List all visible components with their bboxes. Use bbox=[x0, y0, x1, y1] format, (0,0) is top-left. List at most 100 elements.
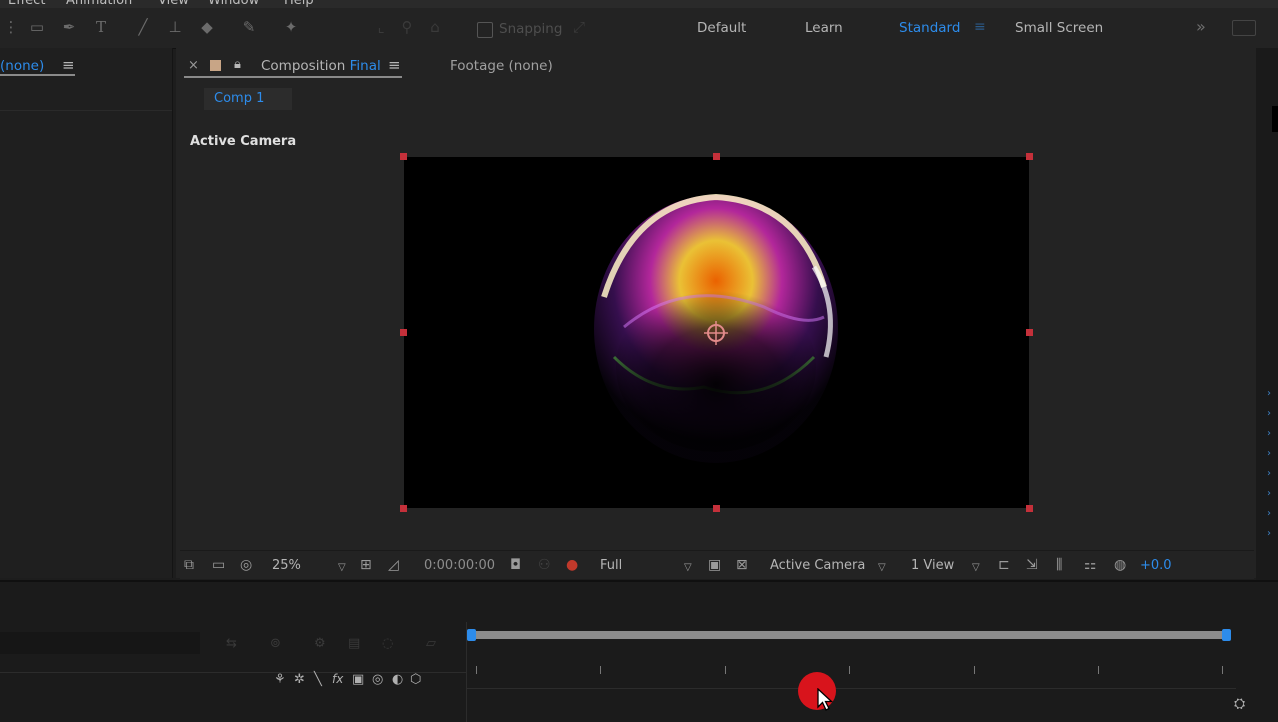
zoom-level[interactable]: 25% bbox=[272, 558, 301, 573]
current-time[interactable]: 0:00:00:00 bbox=[424, 558, 495, 573]
camera-view-select[interactable]: Active Camera bbox=[770, 558, 865, 573]
breadcrumb[interactable]: Comp 1 bbox=[204, 88, 292, 110]
close-tab-icon[interactable]: × bbox=[188, 58, 199, 73]
type-tool-icon[interactable]: T bbox=[92, 18, 110, 36]
composition-canvas[interactable] bbox=[404, 157, 1029, 508]
expand-chevron-icon[interactable]: › bbox=[1267, 528, 1271, 539]
expand-chevron-icon[interactable]: › bbox=[1267, 468, 1271, 479]
resolution-chevron-down-icon[interactable]: ▽ bbox=[684, 560, 692, 576]
expand-chevron-icon[interactable]: › bbox=[1267, 448, 1271, 459]
toggle-pixel-aspect-icon[interactable]: ⊏ bbox=[998, 557, 1010, 573]
view-layout-chevron-down-icon[interactable]: ▽ bbox=[972, 560, 980, 576]
motion-blur-icon[interactable]: ◌ bbox=[382, 636, 393, 651]
more-workspaces-chevron-icon[interactable]: » bbox=[1196, 17, 1206, 36]
layer-handle-bottom-center[interactable] bbox=[713, 505, 720, 512]
transparency-grid-icon[interactable]: ⊠ bbox=[736, 557, 748, 573]
show-snapshot-icon[interactable]: ⚇ bbox=[538, 557, 551, 573]
exposure-value[interactable]: +0.0 bbox=[1140, 558, 1172, 573]
region-of-interest-icon[interactable]: ◿ bbox=[388, 557, 399, 573]
work-area-start-handle[interactable] bbox=[467, 629, 476, 641]
menu-window[interactable]: Window bbox=[208, 0, 259, 8]
panel-menu-icon[interactable]: ≡ bbox=[388, 56, 401, 74]
switches-fx-icon[interactable]: fx bbox=[332, 672, 343, 686]
switches-motion-blur-icon[interactable]: ◎ bbox=[372, 672, 383, 687]
menu-help[interactable]: Help bbox=[284, 0, 314, 8]
fit-icon[interactable]: ⊞ bbox=[360, 557, 372, 573]
frame-blending-icon[interactable]: ▤ bbox=[348, 636, 360, 651]
view-axis-icon[interactable]: ⌂ bbox=[426, 18, 444, 36]
lock-icon[interactable]: 🔒︎ bbox=[234, 57, 241, 72]
layer-handle-top-center[interactable] bbox=[713, 153, 720, 160]
expand-chevron-icon[interactable]: › bbox=[1267, 488, 1271, 499]
switches-frame-blend-icon[interactable]: ▣ bbox=[352, 672, 364, 687]
switches-adjustment-icon[interactable]: ◐ bbox=[392, 672, 403, 687]
timeline-icon[interactable]: ⫼ bbox=[1056, 557, 1062, 573]
project-tab-label[interactable]: (none) bbox=[0, 58, 44, 74]
resolution-select[interactable]: Full bbox=[600, 558, 622, 573]
search-help-icon[interactable] bbox=[1232, 20, 1256, 36]
graph-editor-icon[interactable]: ▱ bbox=[426, 636, 436, 651]
composition-tab-label[interactable]: Composition Final bbox=[261, 58, 381, 74]
workspace-learn[interactable]: Learn bbox=[805, 20, 843, 36]
expand-chevron-icon[interactable]: › bbox=[1267, 388, 1271, 399]
fast-previews-icon[interactable]: ⇲ bbox=[1026, 557, 1038, 573]
expand-chevron-icon[interactable]: › bbox=[1267, 508, 1271, 519]
ruler-tick bbox=[725, 666, 726, 674]
hand-tool-icon[interactable]: ⋮ bbox=[2, 18, 20, 36]
eraser-tool-icon[interactable]: ◆ bbox=[198, 18, 216, 36]
workspace-default[interactable]: Default bbox=[697, 20, 746, 36]
footage-tab-label[interactable]: Footage (none) bbox=[450, 58, 553, 74]
shy-layers-icon[interactable]: ⚙ bbox=[314, 636, 326, 651]
view-layout-select[interactable]: 1 View bbox=[911, 558, 954, 573]
region-icon[interactable]: ▣ bbox=[708, 557, 721, 573]
layer-handle-bottom-right[interactable] bbox=[1026, 505, 1033, 512]
panel-edge-indicator bbox=[1272, 106, 1278, 132]
snapshot-camera-icon[interactable]: ◘ bbox=[510, 557, 521, 573]
always-preview-icon[interactable]: ⧉ bbox=[184, 557, 194, 573]
ruler-baseline bbox=[466, 688, 1236, 689]
breadcrumb-comp-label: Comp 1 bbox=[214, 91, 265, 106]
monitor-icon[interactable]: ▭ bbox=[212, 557, 225, 573]
comp-mini-flowchart-icon[interactable]: ⇆ bbox=[226, 636, 237, 651]
brush-tool-icon[interactable]: ╱ bbox=[134, 18, 152, 36]
draft-3d-icon[interactable]: ⊚ bbox=[270, 636, 281, 651]
switches-quality-icon[interactable]: ╲ bbox=[314, 672, 322, 687]
work-area-end-handle[interactable] bbox=[1222, 629, 1231, 641]
rectangle-tool-icon[interactable]: ▭ bbox=[28, 18, 46, 36]
expand-chevron-icon[interactable]: › bbox=[1267, 428, 1271, 439]
layer-handle-middle-left[interactable] bbox=[400, 329, 407, 336]
snapping-checkbox[interactable] bbox=[477, 22, 493, 38]
local-axis-icon[interactable]: ⌞ bbox=[372, 18, 390, 36]
expand-chevron-icon[interactable]: › bbox=[1267, 408, 1271, 419]
switches-collapse-icon[interactable]: ✲ bbox=[294, 672, 305, 687]
clone-stamp-tool-icon[interactable]: ⊥ bbox=[166, 18, 184, 36]
layer-handle-top-left[interactable] bbox=[400, 153, 407, 160]
workspace-menu-icon[interactable]: ≡ bbox=[974, 19, 986, 35]
workspace-small-screen[interactable]: Small Screen bbox=[1015, 20, 1103, 36]
flowchart-icon[interactable]: ⚏ bbox=[1084, 557, 1097, 573]
reset-exposure-icon[interactable]: ◍ bbox=[1114, 557, 1126, 573]
world-axis-icon[interactable]: ⚲ bbox=[398, 18, 416, 36]
zoom-chevron-down-icon[interactable]: ▽ bbox=[338, 560, 346, 576]
workspace-standard[interactable]: Standard bbox=[899, 20, 960, 36]
layer-handle-top-right[interactable] bbox=[1026, 153, 1033, 160]
panel-menu-icon[interactable]: ≡ bbox=[62, 56, 75, 74]
camera-chevron-down-icon[interactable]: ▽ bbox=[878, 560, 886, 576]
puppet-pin-tool-icon[interactable]: ✦ bbox=[282, 18, 300, 36]
work-area-bar[interactable] bbox=[471, 631, 1227, 639]
vr-viewer-icon[interactable]: ◎ bbox=[240, 557, 252, 573]
channel-rgb-icon[interactable]: ● bbox=[566, 557, 578, 573]
snap-options-icon[interactable]: ⤢ bbox=[570, 18, 588, 36]
switches-shy-icon[interactable]: ⚘ bbox=[274, 672, 286, 687]
menu-animation[interactable]: Animation bbox=[66, 0, 132, 8]
pen-tool-icon[interactable]: ✒ bbox=[60, 18, 78, 36]
composition-color-swatch bbox=[210, 60, 221, 71]
switches-3d-icon[interactable]: ⬡ bbox=[410, 672, 421, 687]
roto-brush-tool-icon[interactable]: ✎ bbox=[240, 18, 258, 36]
layer-search-input[interactable] bbox=[0, 632, 200, 654]
menu-view[interactable]: View bbox=[158, 0, 189, 8]
menu-effect[interactable]: Effect bbox=[8, 0, 45, 8]
timeline-navigator-icon[interactable]: ⛭ bbox=[1234, 696, 1245, 712]
layer-handle-bottom-left[interactable] bbox=[400, 505, 407, 512]
layer-handle-middle-right[interactable] bbox=[1026, 329, 1033, 336]
